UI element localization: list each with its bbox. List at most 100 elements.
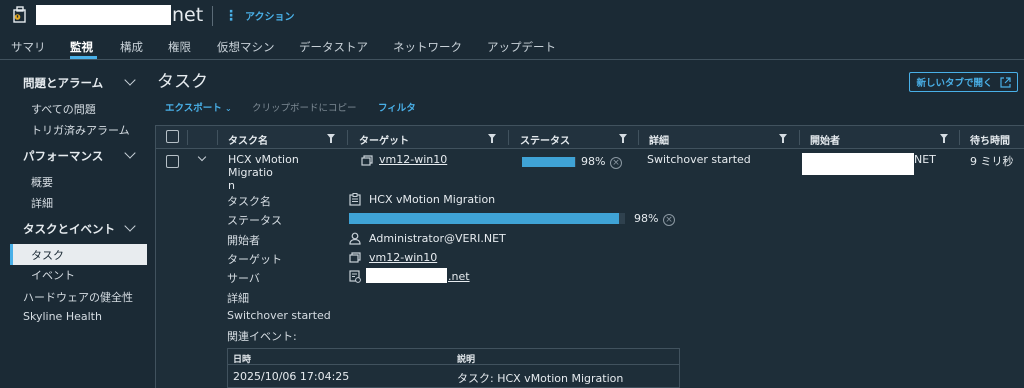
detail-label-details: 詳細 [227, 292, 249, 305]
sidebar-group-issues[interactable]: 問題とアラーム [23, 75, 103, 91]
column-header-initiator[interactable]: 開始者 [810, 132, 840, 147]
external-link-icon [999, 76, 1011, 88]
actions-label: アクション [245, 12, 295, 23]
detail-label-related-events: 関連イベント: [227, 330, 297, 343]
export-button[interactable]: エクスポート ⌄ [165, 100, 232, 114]
sidebar-item-tasks[interactable]: タスク [10, 244, 147, 265]
tab-vms[interactable]: 仮想マシン [217, 39, 275, 55]
tab-networks[interactable]: ネットワーク [393, 39, 462, 55]
column-header-task-name[interactable]: タスク名 [228, 132, 268, 147]
events-header: 日時 説明 [228, 349, 679, 365]
filter-icon[interactable] [619, 134, 627, 143]
detail-progress-bar [349, 213, 625, 224]
actions-menu[interactable]: ⋮ アクション [224, 7, 295, 24]
detail-progress-label: 98% [634, 212, 659, 225]
tab-monitor[interactable]: 監視 [70, 39, 93, 55]
redacted-block [36, 5, 171, 25]
column-header-wait-time[interactable]: 待ち時間 [970, 132, 1010, 147]
row-checkbox[interactable] [166, 155, 179, 168]
row-task-name: HCX vMotion Migratio n [228, 153, 299, 192]
detail-task-name: HCX vMotion Migration [369, 193, 496, 206]
sidebar: 問題とアラーム すべての問題 トリガ済みアラーム パフォーマンス 概要 詳細 タ… [0, 61, 155, 388]
column-divider [799, 130, 800, 145]
tab-bar: サマリ 監視 構成 権限 仮想マシン データストア ネットワーク アップデート [0, 36, 1024, 60]
detail-label-task-name: タスク名 [227, 195, 271, 208]
filter-button[interactable]: フィルタ [378, 100, 416, 114]
column-header-details[interactable]: 詳細 [649, 132, 669, 147]
grid-header: タスク名 ターゲット ステータス 詳細 開始者 待ち時間 [156, 126, 1024, 149]
header-divider [212, 6, 213, 26]
sidebar-item-events[interactable]: イベント [31, 267, 75, 283]
event-datetime: 2025/10/06 17:04:25 [233, 370, 350, 383]
events-column-description: 説明 [457, 355, 476, 365]
open-new-tab-button[interactable]: 新しいタブで開く [909, 72, 1018, 92]
vm-icon [349, 252, 361, 263]
chevron-down-icon: ⌄ [225, 104, 232, 113]
column-header-status[interactable]: ステータス [520, 132, 570, 147]
page-title: タスク [157, 72, 208, 92]
column-divider [217, 130, 218, 145]
row-progress-fill [522, 157, 575, 167]
column-divider [959, 130, 960, 145]
sidebar-item-triggered-alarms[interactable]: トリガ済みアラーム [31, 122, 130, 138]
detail-label-status: ステータス [227, 214, 282, 227]
row-progress-bar [522, 157, 576, 167]
cluster-icon [13, 6, 26, 23]
detail-label-target: ターゲット [227, 253, 282, 266]
detail-label-initiator: 開始者 [227, 234, 260, 247]
redacted-block [366, 268, 447, 283]
user-icon [349, 232, 361, 245]
sidebar-item-skyline-health[interactable]: Skyline Health [23, 310, 102, 323]
detail-details-text: Switchover started [227, 309, 331, 322]
sidebar-item-label: タスク [31, 249, 64, 262]
tab-datastores[interactable]: データストア [299, 39, 368, 55]
open-new-tab-label: 新しいタブで開く [916, 78, 993, 89]
column-header-target[interactable]: ターゲット [359, 132, 409, 147]
detail-initiator: Administrator@VERI.NET [369, 232, 506, 245]
copy-to-clipboard-button[interactable]: クリップボードにコピー [252, 100, 357, 114]
vm-icon [361, 155, 373, 166]
row-details: Switchover started [647, 153, 751, 166]
tab-updates[interactable]: アップデート [487, 39, 556, 55]
vcenter-server-icon [349, 270, 361, 283]
chevron-down-icon[interactable] [124, 147, 136, 159]
sidebar-item-overview[interactable]: 概要 [31, 174, 53, 190]
column-divider [508, 130, 509, 145]
events-column-datetime: 日時 [233, 355, 252, 365]
filter-icon[interactable] [488, 134, 496, 143]
kebab-icon: ⋮ [224, 7, 238, 24]
expand-row-icon[interactable] [197, 152, 207, 162]
clipboard-icon [349, 193, 361, 206]
detail-label-server: サーバ [227, 272, 260, 285]
active-tab-indicator [70, 56, 97, 59]
sidebar-group-performance[interactable]: パフォーマンス [23, 148, 103, 164]
filter-icon[interactable] [327, 134, 335, 143]
row-progress-label: 98% [581, 155, 606, 168]
filter-icon[interactable] [779, 134, 787, 143]
cancel-task-icon[interactable]: × [663, 214, 675, 226]
sidebar-item-all-issues[interactable]: すべての問題 [31, 101, 96, 117]
event-description: タスク: HCX vMotion Migration [457, 372, 624, 385]
chevron-down-icon[interactable] [124, 74, 136, 86]
title-suffix: net [172, 4, 204, 26]
detail-target-link[interactable]: vm12-win10 [369, 251, 437, 264]
sidebar-item-hardware-health[interactable]: ハードウェアの健全性 [23, 289, 133, 305]
detail-server-link[interactable]: .net [448, 270, 470, 283]
chevron-down-icon[interactable] [124, 220, 136, 232]
select-all-checkbox[interactable] [166, 130, 179, 143]
filter-icon[interactable] [940, 134, 948, 143]
redacted-block [802, 153, 914, 175]
tab-configure[interactable]: 構成 [120, 39, 143, 55]
detail-progress-fill [349, 213, 620, 224]
row-target-link[interactable]: vm12-win10 [379, 153, 447, 166]
tab-permissions[interactable]: 権限 [168, 39, 191, 55]
export-label: エクスポート [165, 103, 222, 114]
column-divider [187, 130, 188, 145]
column-divider [638, 130, 639, 145]
tab-summary[interactable]: サマリ [11, 39, 46, 55]
sidebar-group-tasks-events[interactable]: タスクとイベント [23, 221, 115, 237]
column-divider [347, 130, 348, 145]
cancel-task-icon[interactable]: × [610, 157, 622, 169]
object-title: net [36, 4, 203, 26]
sidebar-item-advanced[interactable]: 詳細 [31, 195, 53, 211]
